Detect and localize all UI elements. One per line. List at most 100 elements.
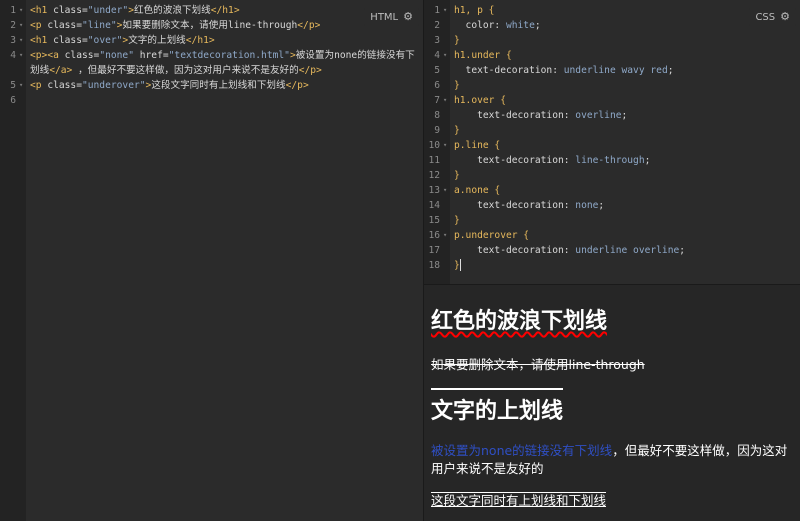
fold-arrow-icon[interactable]: ▾ <box>443 183 447 198</box>
line-number: 5 <box>10 80 16 91</box>
preview-heading-wavy-underline: 红色的波浪下划线 <box>431 309 608 334</box>
settings-refresh-icon[interactable]: ⚙ <box>780 10 790 23</box>
line-number: 5 <box>434 65 440 76</box>
css-code-lines[interactable]: 1 ▾ h1, p {2 color: white; 3} 4 ▾ h1.under {5 … <box>424 3 800 273</box>
code-token: class= <box>53 5 88 16</box>
line-number: 1 <box>434 5 440 16</box>
code-text: } <box>454 258 794 273</box>
code-text: text-decoration: underline overline; <box>454 243 794 258</box>
fold-arrow-icon[interactable]: ▾ <box>443 228 447 243</box>
line-number: 3 <box>10 35 16 46</box>
html-badge[interactable]: HTML ⚙ <box>364 8 419 26</box>
code-token: h1.over { <box>454 95 506 106</box>
code-token: class= <box>64 50 100 61</box>
code-line[interactable]: 4 ▾ <p><a class="none" href="textdecoratio… <box>0 48 423 78</box>
css-badge-label: CSS <box>755 12 776 23</box>
fold-arrow-icon[interactable]: ▾ <box>19 33 23 48</box>
code-token: <h1 <box>30 35 54 46</box>
code-text: color: white; <box>454 18 794 33</box>
code-text: <p><a class="none" href="textdecoration.… <box>30 48 417 78</box>
html-code-lines[interactable]: 1 ▾ <h1 class="under">红色的波浪下划线</h1> 2 ▾ <p cl… <box>0 3 423 108</box>
preview-link-no-underline[interactable]: 被设置为none的链接没有下划线 <box>431 443 612 458</box>
code-token: </a> <box>49 65 73 76</box>
code-line[interactable]: 18} <box>424 258 800 273</box>
code-token: line-through <box>575 155 645 166</box>
code-line[interactable]: 10 ▾ p.line { <box>424 138 800 153</box>
line-number: 13 <box>428 185 440 196</box>
code-line[interactable]: 2 ▾ <p class="line">如果要删除文本，请使用line-throug… <box>0 18 423 33</box>
code-token: "none" <box>99 50 140 61</box>
code-line[interactable]: 5 text-decoration: underline wavy red; <box>424 63 800 78</box>
css-badge[interactable]: CSS ⚙ <box>749 8 796 26</box>
line-number: 7 <box>434 95 440 106</box>
code-line[interactable]: 3} <box>424 33 800 48</box>
code-token: class= <box>47 20 82 31</box>
fold-arrow-icon[interactable]: ▾ <box>443 138 447 153</box>
code-line[interactable]: 6} <box>424 78 800 93</box>
code-token: text-decoration: <box>454 155 576 166</box>
code-line[interactable]: 5 ▾ <p class="underover">这段文字同时有上划线和下划线</p… <box>0 78 423 93</box>
code-token: ，但最好不要这样做，因为这对用户来说不是友好的 <box>72 65 299 76</box>
fold-arrow-icon[interactable]: ▾ <box>19 78 23 93</box>
code-text: <p class="underover">这段文字同时有上划线和下划线</p> <box>30 78 417 93</box>
code-text: } <box>454 78 794 93</box>
code-line[interactable]: 14 text-decoration: none; <box>424 198 800 213</box>
code-text: <h1 class="over">文字的上划线</h1> <box>30 33 417 48</box>
code-text: text-decoration: none; <box>454 198 794 213</box>
code-line[interactable]: 17 text-decoration: underline overline; <box>424 243 800 258</box>
code-token: "under" <box>87 5 129 16</box>
line-number: 2 <box>10 20 16 31</box>
code-line[interactable]: 12} <box>424 168 800 183</box>
code-token: ; <box>667 65 674 76</box>
code-line[interactable]: 6 <box>0 93 423 108</box>
code-token: text-decoration: <box>454 110 576 121</box>
code-token: </p> <box>298 65 322 76</box>
html-badge-label: HTML <box>370 12 399 23</box>
line-number: 4 <box>10 50 16 61</box>
code-token: "textdecoration.html" <box>168 50 290 61</box>
code-line[interactable]: 11 text-decoration: line-through; <box>424 153 800 168</box>
preview-paragraph-line-through: 如果要删除文本，请使用line-through <box>431 357 645 372</box>
code-token: text-decoration: <box>454 245 576 256</box>
fold-arrow-icon[interactable]: ▾ <box>19 3 23 18</box>
code-line[interactable]: 1 ▾ <h1 class="under">红色的波浪下划线</h1> <box>0 3 423 18</box>
fold-arrow-icon[interactable]: ▾ <box>443 48 447 63</box>
line-number: 12 <box>428 170 440 181</box>
code-token: underline wavy red <box>563 65 668 76</box>
code-line[interactable]: 16 ▾ p.underover { <box>424 228 800 243</box>
code-line[interactable]: 13 ▾ a.none { <box>424 183 800 198</box>
settings-refresh-icon[interactable]: ⚙ <box>403 10 413 23</box>
code-text: text-decoration: line-through; <box>454 153 794 168</box>
code-text: p.line { <box>454 138 794 153</box>
code-token: ; <box>644 155 651 166</box>
code-line[interactable]: 4 ▾ h1.under { <box>424 48 800 63</box>
html-editor[interactable]: 1 ▾ <h1 class="under">红色的波浪下划线</h1> 2 ▾ <p cl… <box>0 0 423 521</box>
code-text: } <box>454 33 794 48</box>
code-line[interactable]: 1 ▾ h1, p { <box>424 3 800 18</box>
code-line[interactable]: 2 color: white; <box>424 18 800 33</box>
code-token: color: <box>454 20 506 31</box>
line-number: 1 <box>10 5 16 16</box>
code-token: ; <box>598 200 605 211</box>
code-line[interactable]: 7 ▾ h1.over { <box>424 93 800 108</box>
code-line[interactable]: 15} <box>424 213 800 228</box>
fold-arrow-icon[interactable]: ▾ <box>443 3 447 18</box>
code-token: p.underover { <box>454 230 530 241</box>
code-text: <p class="line">如果要删除文本，请使用line-through<… <box>30 18 417 33</box>
line-number: 15 <box>428 215 440 226</box>
code-token: } <box>454 125 460 136</box>
code-token: </h1> <box>210 5 240 16</box>
code-line[interactable]: 9} <box>424 123 800 138</box>
css-editor[interactable]: 1 ▾ h1, p {2 color: white; 3} 4 ▾ h1.under {5 … <box>424 0 800 284</box>
code-text: h1, p { <box>454 3 794 18</box>
code-token: text-decoration: <box>454 200 576 211</box>
fold-arrow-icon[interactable]: ▾ <box>19 48 23 63</box>
code-line[interactable]: 8 text-decoration: overline; <box>424 108 800 123</box>
code-text: } <box>454 168 794 183</box>
fold-arrow-icon[interactable]: ▾ <box>19 18 23 33</box>
fold-arrow-icon[interactable]: ▾ <box>443 93 447 108</box>
code-token: white <box>505 20 535 31</box>
code-token: a.none { <box>454 185 501 196</box>
code-token: </p> <box>297 20 321 31</box>
code-line[interactable]: 3 ▾ <h1 class="over">文字的上划线</h1> <box>0 33 423 48</box>
